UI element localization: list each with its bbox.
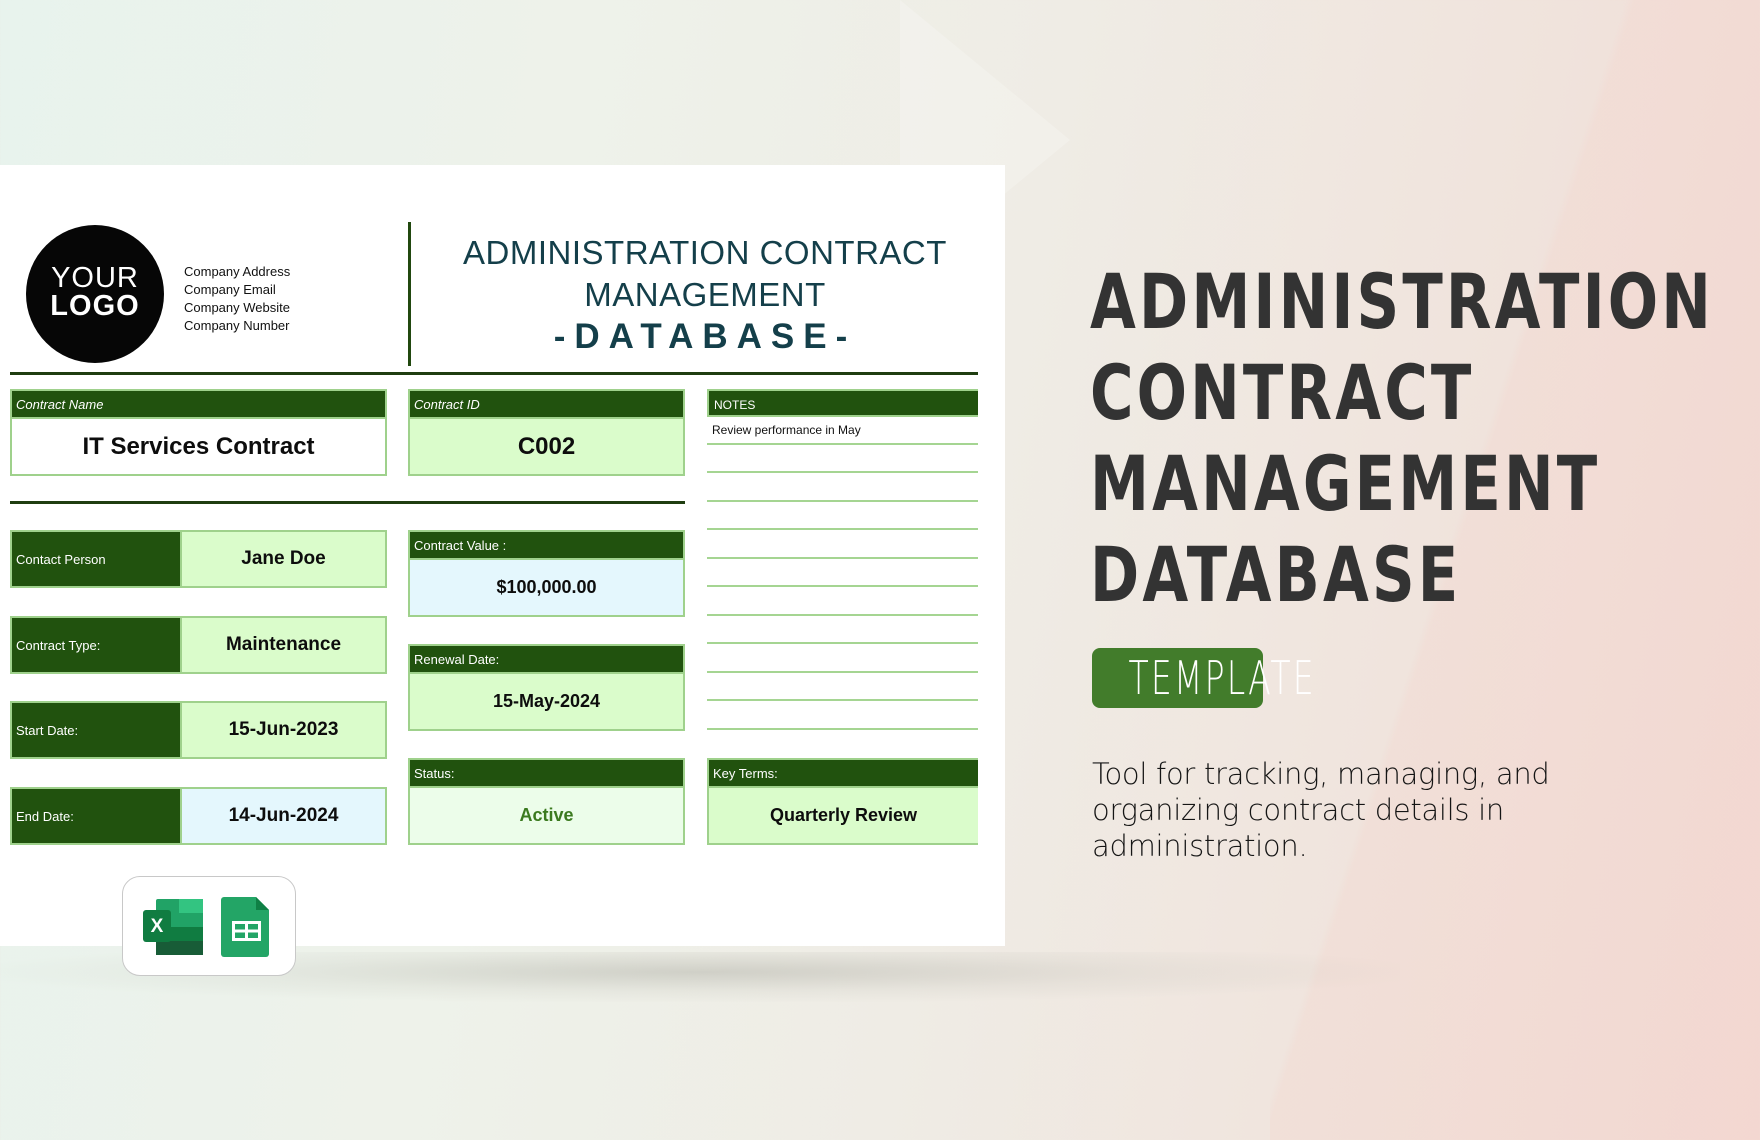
contract-value-value[interactable]: $100,000.00 [410, 560, 683, 615]
hero-title-line: MANAGEMENT [1090, 439, 1601, 528]
excel-icon: X [143, 899, 203, 955]
end-date-field[interactable]: End Date: 14-Jun-2024 [10, 787, 387, 845]
notes-header: NOTES [707, 389, 978, 417]
note-line[interactable] [707, 702, 978, 730]
note-line[interactable] [707, 559, 978, 587]
header-divider [10, 372, 978, 375]
spreadsheet-preview: YOUR LOGO Company Address Company Email … [0, 165, 1005, 946]
renewal-date-label: Renewal Date: [410, 646, 683, 674]
google-sheets-icon [221, 897, 269, 957]
status-value[interactable]: Active [410, 788, 683, 843]
contract-value-field[interactable]: Contract Value : $100,000.00 [408, 530, 685, 617]
contract-id-value[interactable]: C002 [410, 419, 683, 474]
contract-id-label: Contract ID [410, 391, 683, 419]
sheet-title-line2: MANAGEMENT [584, 276, 826, 313]
contract-type-field[interactable]: Contract Type: Maintenance [10, 616, 387, 674]
note-line[interactable] [707, 474, 978, 502]
hero-description: Tool for tracking, managing, and organiz… [1092, 757, 1550, 863]
company-number: Company Number [184, 318, 290, 333]
app-icons: X [143, 897, 269, 957]
note-line[interactable] [707, 588, 978, 616]
company-website: Company Website [184, 300, 290, 315]
hero-title-line: DATABASE [1090, 530, 1462, 619]
note-line[interactable] [707, 502, 978, 530]
sheet-title-database: -DATABASE- [553, 317, 857, 356]
contract-name-value[interactable]: IT Services Contract [12, 419, 385, 474]
renewal-date-value[interactable]: 15-May-2024 [410, 674, 683, 729]
start-date-label: Start Date: [12, 703, 182, 757]
status-label: Status: [410, 760, 683, 788]
contract-type-value[interactable]: Maintenance [182, 618, 385, 672]
company-address: Company Address [184, 264, 291, 279]
header-vertical-divider [408, 222, 411, 366]
contract-value-label: Contract Value : [410, 532, 683, 560]
company-email: Company Email [184, 282, 276, 297]
contact-person-label: Contact Person [12, 532, 182, 586]
contract-id-field[interactable]: Contract ID C002 [408, 389, 685, 476]
key-terms-field[interactable]: Key Terms: Quarterly Review [707, 758, 978, 845]
key-terms-label: Key Terms: [709, 760, 978, 788]
contract-name-field[interactable]: Contract Name IT Services Contract [10, 389, 387, 476]
template-badge-text: TEMPLATE [1128, 651, 1316, 705]
contract-name-label: Contract Name [12, 391, 385, 419]
renewal-date-field[interactable]: Renewal Date: 15-May-2024 [408, 644, 685, 731]
end-date-value[interactable]: 14-Jun-2024 [182, 789, 385, 843]
note-line[interactable] [707, 531, 978, 559]
template-badge: TEMPLATE [1092, 648, 1314, 708]
sheet-title-line1: ADMINISTRATION CONTRACT [463, 234, 947, 271]
contact-person-field[interactable]: Contact Person Jane Doe [10, 530, 387, 588]
note-line[interactable] [707, 445, 978, 473]
hero-title-line: CONTRACT [1090, 348, 1475, 437]
note-line[interactable]: Review performance in May [707, 417, 978, 445]
note-line[interactable] [707, 616, 978, 644]
start-date-field[interactable]: Start Date: 15-Jun-2023 [10, 701, 387, 759]
logo-text-your: YOUR [51, 262, 139, 294]
start-date-value[interactable]: 15-Jun-2023 [182, 703, 385, 757]
status-field[interactable]: Status: Active [408, 758, 685, 845]
svg-text:X: X [151, 916, 164, 937]
section-divider [10, 501, 685, 504]
note-line[interactable] [707, 645, 978, 673]
app-compatibility-badge: X [122, 876, 296, 976]
company-info: Company Address Company Email Company We… [184, 263, 290, 335]
contact-person-value[interactable]: Jane Doe [182, 532, 385, 586]
hero-title: ADMINISTRATION CONTRACT MANAGEMENT DATAB… [1090, 256, 1714, 620]
key-terms-value[interactable]: Quarterly Review [709, 788, 978, 843]
logo-text-logo: LOGO [50, 290, 140, 322]
hero-title-line: ADMINISTRATION [1090, 257, 1715, 346]
note-line[interactable] [707, 673, 978, 701]
company-logo: YOUR LOGO [26, 225, 164, 363]
contract-type-label: Contract Type: [12, 618, 182, 672]
end-date-label: End Date: [12, 789, 182, 843]
